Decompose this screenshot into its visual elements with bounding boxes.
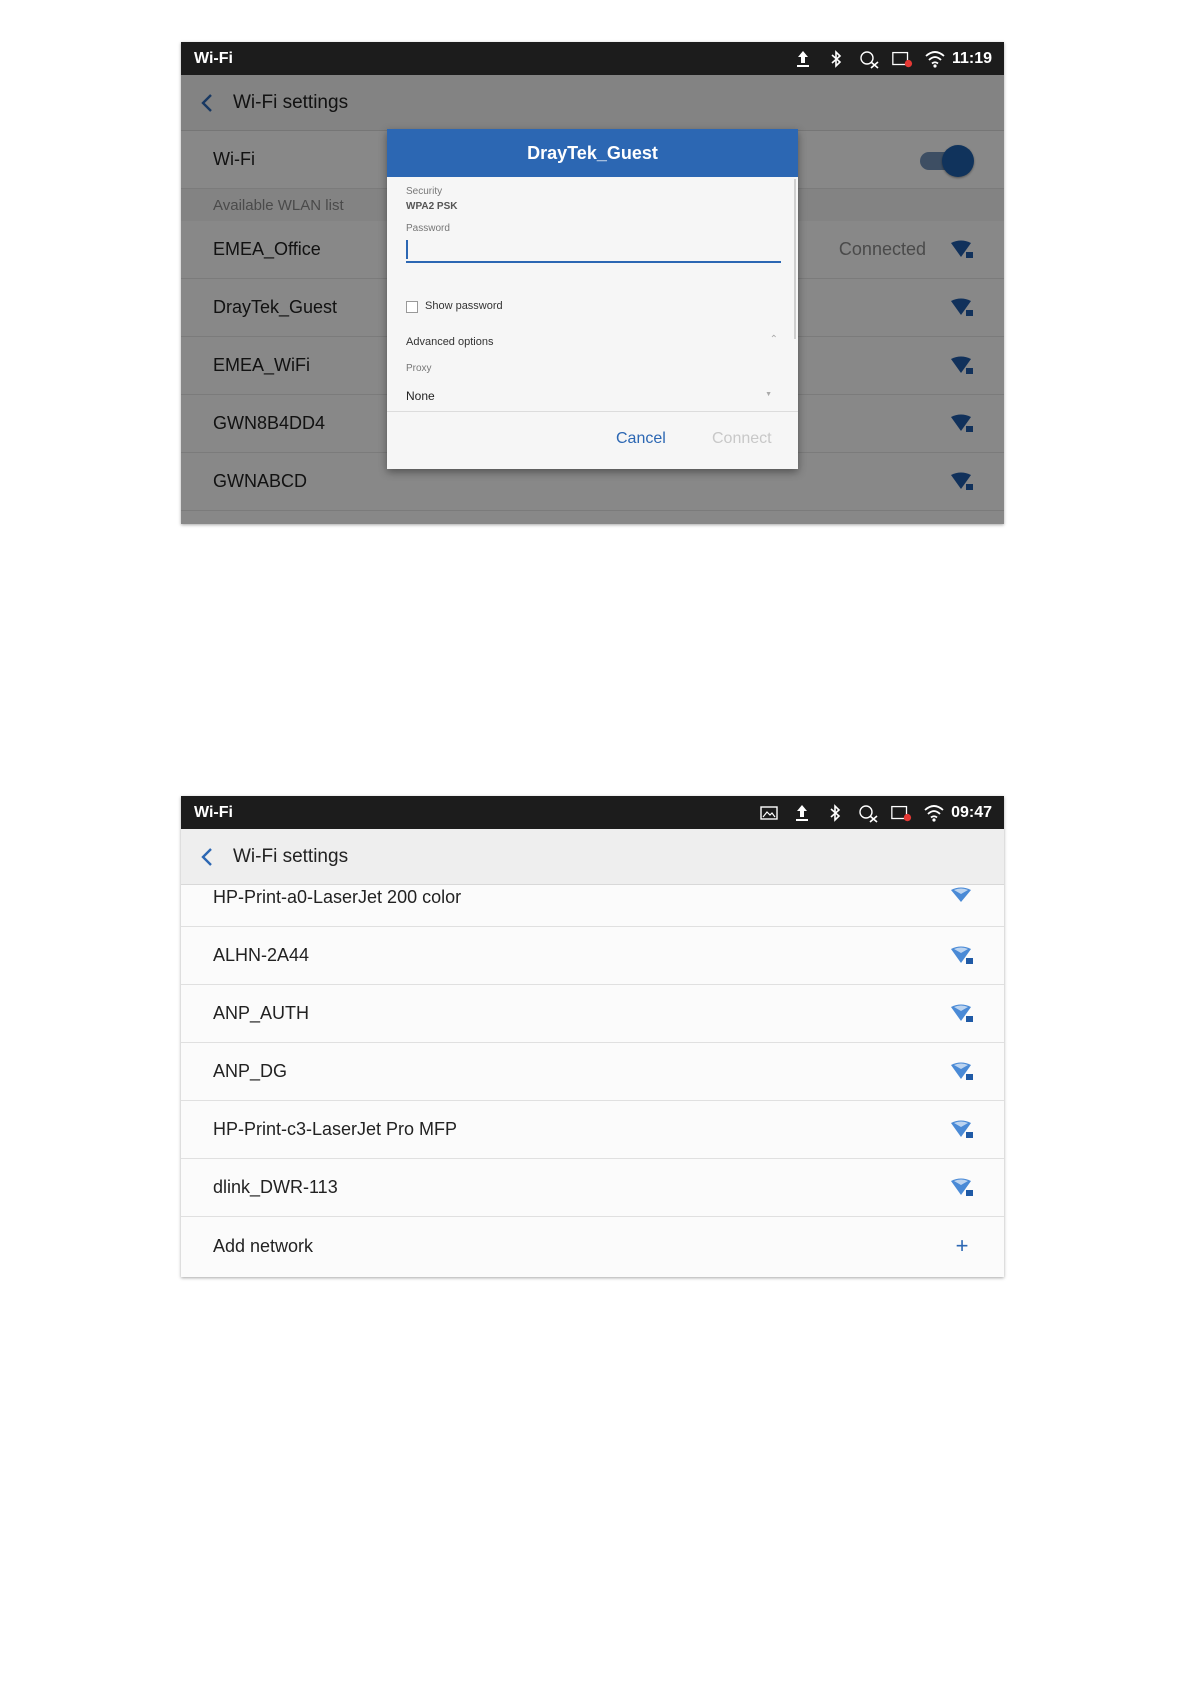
text-cursor — [406, 240, 408, 259]
status-bar-icons — [758, 802, 945, 824]
bluetooth-icon — [824, 802, 846, 824]
no-network-icon — [857, 802, 879, 824]
connect-button[interactable]: Connect — [706, 426, 778, 452]
network-row-hp-print-c3[interactable]: HP-Print-c3-LaserJet Pro MFP — [181, 1101, 1004, 1159]
screenshot-icon — [758, 802, 780, 824]
network-row-dlink-dwr-113[interactable]: dlink_DWR-113 — [181, 1159, 1004, 1217]
status-bar-icons — [792, 48, 946, 70]
wifi-signal-icon — [923, 802, 945, 824]
no-network-icon — [858, 48, 880, 70]
network-row-anp-auth[interactable]: ANP_AUTH — [181, 985, 1004, 1043]
chevron-up-icon[interactable]: ⌃ — [770, 334, 778, 345]
proxy-label: Proxy — [406, 363, 432, 374]
status-bar-title: Wi-Fi — [194, 803, 233, 821]
show-password-checkbox[interactable] — [406, 301, 418, 313]
status-bar-title: Wi-Fi — [194, 49, 233, 67]
bluetooth-icon — [825, 48, 847, 70]
security-label: Security — [406, 186, 443, 197]
status-bar-time: 11:19 — [951, 49, 992, 67]
divider — [387, 411, 798, 412]
password-field[interactable] — [406, 237, 781, 263]
top-app-bar: Wi-Fi settings — [181, 829, 1004, 885]
dropdown-arrow-icon[interactable]: ▼ — [765, 391, 772, 398]
wifi-signal-icon — [950, 887, 974, 907]
network-name: dlink_DWR-113 — [213, 1177, 338, 1197]
wifi-signal-icon — [924, 48, 946, 70]
back-arrow-icon[interactable] — [197, 846, 219, 868]
proxy-select[interactable]: None — [406, 389, 435, 403]
network-name: ALHN-2A44 — [213, 945, 310, 965]
network-name: HP-Print-a0-LaserJet 200 color — [213, 887, 462, 907]
upload-icon — [791, 802, 813, 824]
wifi-signal-locked-icon — [950, 1062, 974, 1082]
network-row-anp-dg[interactable]: ANP_DG — [181, 1043, 1004, 1101]
network-row-alhn-2a44[interactable]: ALHN-2A44 — [181, 927, 1004, 985]
security-value: WPA2 PSK — [406, 201, 458, 212]
dialog-scrollbar[interactable] — [794, 179, 796, 339]
add-network-row[interactable]: Add network + — [181, 1217, 1004, 1275]
dialog-title: DrayTek_Guest — [387, 129, 798, 177]
status-bar: Wi-Fi 11:19 — [181, 42, 1004, 75]
advanced-options-toggle[interactable]: Advanced options — [406, 336, 493, 348]
cancel-button[interactable]: Cancel — [610, 426, 672, 452]
wifi-signal-locked-icon — [950, 1178, 974, 1198]
network-name: ANP_DG — [213, 1061, 288, 1081]
no-sim-icon — [890, 802, 912, 824]
wifi-settings-screen-scrolled: Wi-Fi 09:47 Wi-Fi settings HP-Print-a0-L… — [181, 796, 1004, 1277]
plus-icon[interactable]: + — [950, 1233, 974, 1259]
page-title: Wi-Fi settings — [233, 845, 349, 867]
upload-icon — [792, 48, 814, 70]
network-name: HP-Print-c3-LaserJet Pro MFP — [213, 1119, 458, 1139]
no-sim-icon — [891, 48, 913, 70]
wifi-signal-locked-icon — [950, 946, 974, 966]
network-name: ANP_AUTH — [213, 1003, 310, 1023]
status-bar: Wi-Fi 09:47 — [181, 796, 1004, 829]
show-password-label[interactable]: Show password — [425, 300, 503, 312]
wifi-password-dialog: DrayTek_Guest Security WPA2 PSK Password… — [387, 129, 798, 469]
network-row-hp-print-a0[interactable]: HP-Print-a0-LaserJet 200 color — [181, 885, 1004, 927]
add-network-label: Add network — [213, 1235, 314, 1256]
wifi-signal-locked-icon — [950, 1120, 974, 1140]
password-label: Password — [406, 223, 450, 234]
status-bar-time: 09:47 — [951, 803, 992, 821]
wifi-signal-locked-icon — [950, 1004, 974, 1024]
wifi-settings-screen-with-dialog: Wi-Fi 11:19 Wi-Fi settings Wi-Fi Availab… — [181, 42, 1004, 524]
